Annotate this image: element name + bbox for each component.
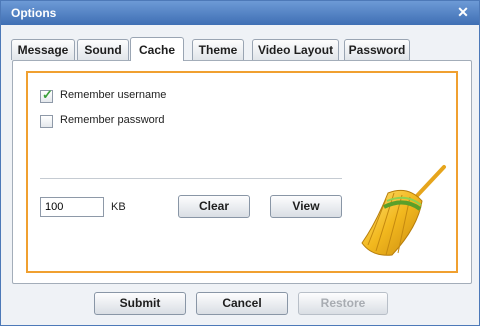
window-title: Options [11,6,57,20]
clear-button[interactable]: Clear [178,195,250,218]
tab-sound[interactable]: Sound [77,39,129,60]
options-dialog: Options ✕ Message Sound Cache Theme Vide… [0,0,480,326]
tab-video-layout[interactable]: Video Layout [252,39,339,60]
title-bar: Options ✕ [1,1,479,25]
remember-password-label: Remember password [60,114,165,126]
cancel-button[interactable]: Cancel [196,292,288,315]
remember-username-checkbox[interactable]: ✓ [40,87,53,103]
restore-button: Restore [298,292,388,315]
tab-cache[interactable]: Cache [130,37,184,61]
check-mark-icon: ✓ [42,87,53,102]
view-button[interactable]: View [270,195,342,218]
remember-password-checkbox[interactable] [40,115,53,128]
divider [40,178,342,179]
cache-size-unit: KB [111,201,126,213]
cache-size-input[interactable] [40,197,104,217]
tab-message[interactable]: Message [11,39,75,60]
cache-settings-frame: ✓ Remember username Remember password KB… [26,71,458,273]
remember-username-label: Remember username [60,89,167,101]
tab-theme[interactable]: Theme [192,39,244,60]
broom-icon [361,165,446,256]
close-icon[interactable]: ✕ [455,4,471,20]
cache-panel: ✓ Remember username Remember password KB… [12,60,472,284]
tab-password[interactable]: Password [344,39,410,60]
submit-button[interactable]: Submit [94,292,186,315]
